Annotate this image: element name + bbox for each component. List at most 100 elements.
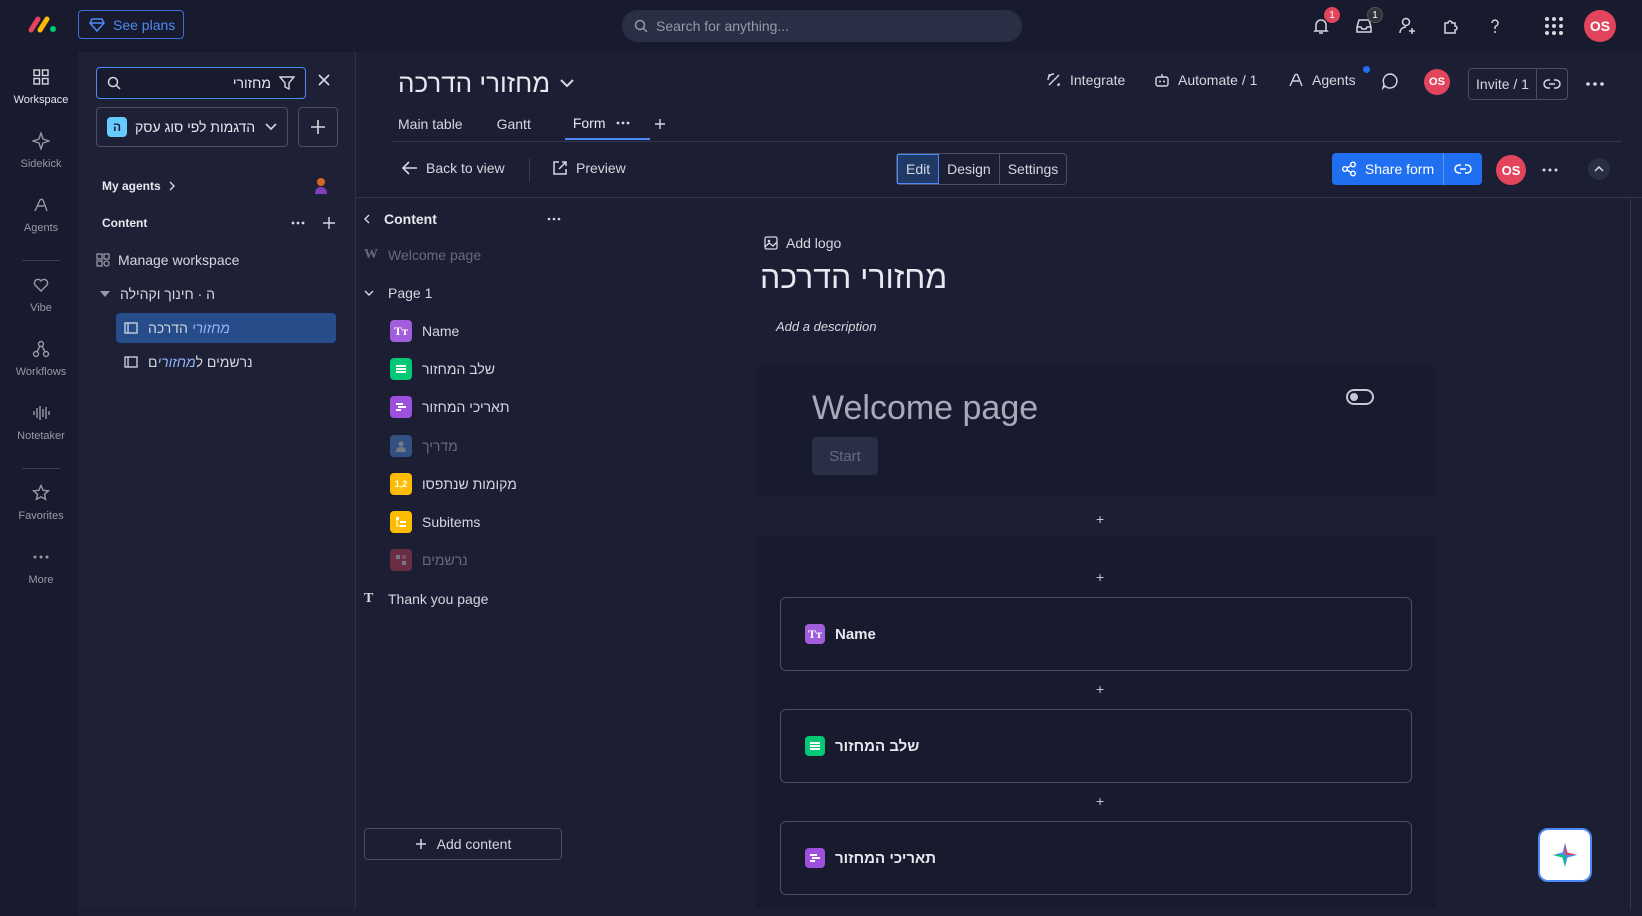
edit-tab[interactable]: Edit <box>897 154 940 184</box>
tab-main-table[interactable]: Main table <box>392 108 483 140</box>
rail-sidekick[interactable]: Sidekick <box>0 130 82 170</box>
copy-link-icon[interactable] <box>1537 69 1567 99</box>
add-content-button[interactable]: Add content <box>364 828 562 860</box>
notifications-badge: 1 <box>1324 7 1340 23</box>
canvas-scrollbar[interactable] <box>1630 199 1640 909</box>
filter-icon[interactable] <box>279 75 295 91</box>
close-search-icon[interactable] <box>318 74 330 86</box>
form-field-item[interactable]: מדריך <box>390 431 458 461</box>
robot-icon <box>1154 72 1170 88</box>
form-owner-avatar[interactable]: OS <box>1496 155 1526 185</box>
share-form-main[interactable]: Share form <box>1332 153 1444 185</box>
ai-assistant-button[interactable] <box>1538 828 1592 882</box>
form-question-card[interactable]: תאריכי המחזור <box>780 821 1412 895</box>
see-plans-button[interactable]: See plans <box>78 10 184 39</box>
form-field-label: Subitems <box>422 514 481 530</box>
form-description[interactable]: Add a description <box>776 319 876 334</box>
app-grid-icon[interactable] <box>1541 13 1567 39</box>
form-field-item[interactable]: נרשמים <box>390 545 468 575</box>
tab-form[interactable]: Form <box>564 108 650 140</box>
invite-members-icon[interactable] <box>1395 13 1421 39</box>
form-field-item[interactable]: 1,2 מקומות שנתפסו <box>390 469 517 499</box>
invite-button[interactable]: Invite / 1 <box>1468 68 1568 100</box>
subitems-icon <box>390 511 412 533</box>
help-icon[interactable] <box>1482 13 1508 39</box>
back-to-view-button[interactable]: Back to view <box>402 160 505 176</box>
design-tab[interactable]: Design <box>939 154 1000 184</box>
add-view-icon[interactable] <box>654 118 666 130</box>
add-between-icon[interactable]: + <box>1096 569 1104 585</box>
workspace-selector[interactable]: ה הדגמות לפי סוג עסק <box>96 107 288 147</box>
collapse-header-icon[interactable] <box>1588 158 1610 180</box>
rail-more[interactable]: More <box>0 546 82 586</box>
page1-label: Page 1 <box>388 285 433 301</box>
inbox-badge: 1 <box>1367 7 1383 23</box>
collapse-left-icon[interactable] <box>364 214 370 224</box>
form-field-item[interactable]: Subitems <box>390 507 480 537</box>
chevron-down-icon <box>265 123 277 131</box>
inbox-icon[interactable]: 1 <box>1351 7 1383 39</box>
preview-button[interactable]: Preview <box>552 160 626 176</box>
rail-vibe[interactable]: Vibe <box>0 274 82 314</box>
more-icon[interactable] <box>291 221 305 225</box>
updates-chat-icon[interactable] <box>1381 72 1399 90</box>
add-workspace-button[interactable] <box>298 107 338 147</box>
agents-button[interactable]: Agents <box>1288 66 1370 88</box>
add-between-icon[interactable]: + <box>1096 511 1104 527</box>
form-question-card[interactable]: שלב המחזור <box>780 709 1412 783</box>
tab-menu-icon[interactable] <box>616 121 630 125</box>
automate-button[interactable]: Automate / 1 <box>1154 72 1257 88</box>
form-field-item[interactable]: שלב המחזור <box>390 354 495 384</box>
page1-item[interactable]: Page 1 <box>364 278 432 308</box>
rail-vibe-label: Vibe <box>30 302 52 314</box>
add-between-icon[interactable]: + <box>1096 681 1104 697</box>
copy-form-link-icon[interactable] <box>1444 153 1482 185</box>
start-button[interactable]: Start <box>812 437 878 475</box>
add-logo-button[interactable]: Add logo <box>764 235 841 251</box>
folder-item[interactable]: ה · חינוך וקהילה <box>96 279 339 309</box>
my-agents-row[interactable]: My agents <box>96 171 339 201</box>
rail-favorites[interactable]: Favorites <box>0 482 82 522</box>
agent-icon <box>1288 72 1304 88</box>
status-icon <box>805 736 825 756</box>
board-menu-icon[interactable] <box>1586 82 1604 86</box>
rail-workspace[interactable]: Workspace <box>0 66 82 106</box>
board-title[interactable]: מחזורי הדרכה <box>398 68 574 99</box>
sidebar-board-registrants[interactable]: נרשמים למחזורים <box>116 347 336 377</box>
more-icon[interactable] <box>547 217 561 221</box>
form-field-item[interactable]: Tт Name <box>390 316 459 346</box>
form-menu-icon[interactable] <box>1542 168 1558 172</box>
settings-tab[interactable]: Settings <box>1000 154 1067 184</box>
tab-gantt[interactable]: Gantt <box>497 108 551 140</box>
monday-logo-icon[interactable] <box>28 14 58 34</box>
rail-favorites-label: Favorites <box>18 510 64 522</box>
tt-icon: Tт <box>390 320 412 342</box>
form-title[interactable]: מחזורי הדרכה <box>760 259 947 296</box>
welcome-page-card[interactable]: Welcome page Start <box>756 365 1436 495</box>
chevron-down-icon <box>560 79 574 88</box>
rail-notetaker[interactable]: Notetaker <box>0 402 82 442</box>
apps-puzzle-icon[interactable] <box>1438 13 1464 39</box>
user-avatar[interactable]: OS <box>1584 10 1616 42</box>
integrate-button[interactable]: Integrate <box>1046 72 1125 88</box>
notifications-bell-icon[interactable]: 1 <box>1308 7 1340 39</box>
share-form-button[interactable]: Share form <box>1332 153 1482 185</box>
welcome-toggle[interactable] <box>1346 389 1374 405</box>
sidebar-board-training-cycles[interactable]: מחזורי הדרכה <box>116 313 336 343</box>
manage-workspace-item[interactable]: Manage workspace <box>96 245 339 275</box>
board-owner-avatar[interactable]: OS <box>1424 69 1450 95</box>
sidebar-search-input[interactable]: מחזורי <box>96 67 306 99</box>
content-label: Content <box>102 216 148 230</box>
thank-you-page-item[interactable]: T Thank you page <box>364 584 488 614</box>
welcome-page-item[interactable]: W Welcome page <box>364 240 481 270</box>
waveform-icon <box>30 402 52 424</box>
form-question-card[interactable]: Tт Name <box>780 597 1412 671</box>
form-field-item[interactable]: תאריכי המחזור <box>390 392 510 422</box>
global-search-input[interactable]: Search for anything... <box>622 10 1022 42</box>
rail-agents[interactable]: Agents <box>0 194 82 234</box>
plus-icon[interactable] <box>323 217 335 229</box>
timeline-icon <box>805 848 825 868</box>
rail-workflows[interactable]: Workflows <box>0 338 82 378</box>
add-content-label: Add content <box>436 836 512 852</box>
add-between-icon[interactable]: + <box>1096 793 1104 809</box>
